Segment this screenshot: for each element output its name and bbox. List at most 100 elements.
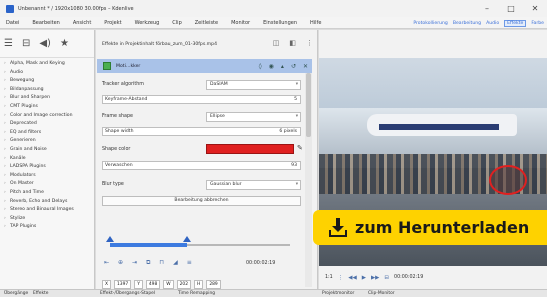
tracking-ellipse[interactable]	[489, 165, 527, 195]
effect-category[interactable]: › Generieren	[0, 137, 94, 146]
list-view-icon[interactable]: ☰	[4, 38, 13, 49]
effects-panel: ☰ ⊟ ◀) ★ › Alpha, Mask and Keying › Audio …	[0, 30, 95, 289]
audio-effects-icon[interactable]: ◀)	[39, 38, 51, 49]
tab-transitions[interactable]: Übergänge	[4, 291, 28, 296]
tab-clip-monitor[interactable]: Clip-Monitor	[368, 291, 395, 296]
blur-field[interactable]: Verwaschen 93	[102, 161, 301, 170]
effect-category[interactable]: › Grain and Noise	[0, 146, 94, 155]
zoom-level[interactable]: 1:1	[325, 275, 333, 280]
menu-bar: Datei Bearbeiten Ansicht Projekt Werkzeu…	[0, 17, 547, 29]
effect-enable-icon[interactable]	[103, 62, 111, 70]
effect-category[interactable]: › Deprecated	[0, 120, 94, 129]
effect-category[interactable]: › EQ and filters	[0, 129, 94, 138]
blur-value: 93	[291, 163, 297, 168]
copy-keyframe-icon[interactable]: ⧉	[146, 259, 150, 267]
lock-icon[interactable]: ⊓	[159, 259, 164, 267]
effect-category[interactable]: › Bildanpassung	[0, 86, 94, 95]
layout-editing[interactable]: Bearbeitung	[453, 21, 481, 26]
play-icon[interactable]: ▶	[362, 275, 366, 281]
effect-category[interactable]: › CMT Plugins	[0, 103, 94, 112]
effect-category[interactable]: › TAP Plugins	[0, 223, 94, 232]
minimize-button[interactable]: –	[475, 0, 499, 17]
effect-category[interactable]: › Bewegung	[0, 77, 94, 86]
color-picker-icon[interactable]: ✎	[297, 144, 303, 152]
collapse-icon[interactable]: ▴	[281, 63, 284, 70]
frame-shape-select[interactable]: Ellipse	[206, 112, 301, 122]
monitor-timecode[interactable]: 00:00:02:19	[394, 275, 423, 280]
effect-timecode[interactable]: 00:00:02:19	[246, 261, 275, 266]
menu-view[interactable]: Ansicht	[73, 20, 91, 26]
layout-logging[interactable]: Protokollierung	[413, 21, 448, 26]
options-icon[interactable]: ≡	[187, 259, 192, 267]
add-keyframe-icon[interactable]: ⊕	[118, 259, 123, 267]
playhead-handle[interactable]	[183, 236, 192, 242]
zone-icon[interactable]: ⊟	[384, 275, 389, 281]
close-button[interactable]: ✕	[523, 0, 547, 17]
menu-timeline[interactable]: Zeitleiste	[195, 20, 218, 26]
menu-tool[interactable]: Werkzeug	[135, 20, 160, 26]
effect-category[interactable]: › Stereo and Binaural Images	[0, 206, 94, 215]
effect-category[interactable]: › LADSPA Plugins	[0, 163, 94, 172]
effect-category[interactable]: › Kanäle	[0, 155, 94, 164]
effect-category[interactable]: › On Master	[0, 180, 94, 189]
eye-icon[interactable]: ◉	[269, 63, 274, 70]
menu-project[interactable]: Projekt	[104, 20, 121, 26]
effect-stack-scrollbar[interactable]	[305, 73, 312, 287]
scrollbar-thumb[interactable]	[306, 73, 311, 137]
maximize-button[interactable]: □	[499, 0, 523, 17]
effect-category[interactable]: › Blur and Sharpen	[0, 94, 94, 103]
menu-monitor[interactable]: Monitor	[231, 20, 250, 26]
download-banner[interactable]: zum Herunterladen	[313, 210, 547, 245]
kdenlive-icon	[6, 4, 14, 13]
geometry-w-value[interactable]: 202	[176, 280, 192, 289]
reset-icon[interactable]: ↺	[291, 63, 296, 70]
keyframe-spacing-field[interactable]: Keyframe-Abstand 5	[102, 95, 301, 104]
geometry-h-value[interactable]: 289	[206, 280, 221, 289]
next-keyframe-icon[interactable]: ⇥	[132, 259, 137, 267]
menu-dots-icon[interactable]: ⋮	[306, 39, 313, 47]
effect-category[interactable]: › Alpha, Mask and Keying	[0, 60, 94, 69]
compare-icon[interactable]: ◧	[289, 39, 296, 47]
monitor-options-icon[interactable]: ⋮	[338, 275, 344, 281]
delete-icon[interactable]: ✕	[303, 63, 308, 70]
tab-time-remapping[interactable]: Time Remapping	[178, 291, 215, 296]
menu-file[interactable]: Datei	[6, 20, 19, 26]
timeline-start-handle[interactable]	[106, 236, 114, 242]
menu-edit[interactable]: Bearbeiten	[32, 20, 59, 26]
effect-category-list: › Alpha, Mask and Keying › Audio › Bewegung…	[0, 58, 94, 232]
menu-help[interactable]: Hilfe	[310, 20, 321, 26]
menu-clip[interactable]: Clip	[172, 20, 181, 26]
favorites-icon[interactable]: ★	[60, 38, 69, 49]
effect-category[interactable]: › Stylize	[0, 215, 94, 224]
tab-project-monitor[interactable]: Projektmonitor	[322, 291, 354, 296]
effect-category[interactable]: › Reverb, Echo and Delays	[0, 198, 94, 207]
tab-effects[interactable]: Effekte	[33, 291, 48, 296]
effect-category[interactable]: › Audio	[0, 69, 94, 78]
shape-width-field[interactable]: Shape width 6 pixels	[102, 127, 301, 136]
cancel-processing-button[interactable]: Bearbeitung abbrechen	[102, 196, 301, 206]
effect-category[interactable]: › Pitch and Time	[0, 189, 94, 198]
blur-type-select[interactable]: Gaussian blur	[206, 180, 301, 190]
shape-color-swatch[interactable]	[206, 144, 294, 154]
effect-category[interactable]: › Color and Image correction	[0, 112, 94, 121]
geometry-x-value[interactable]: 1397	[114, 280, 132, 289]
geometry-y-value[interactable]: 498	[145, 280, 161, 289]
save-stack-icon[interactable]: ◫	[273, 39, 280, 47]
effect-category[interactable]: › Modulators	[0, 172, 94, 181]
keyframe-type-icon[interactable]: ◢	[173, 259, 178, 267]
video-effects-icon[interactable]: ⊟	[22, 38, 30, 49]
keyframe-icon[interactable]: ◊	[259, 63, 262, 70]
tab-effect-stack[interactable]: Effekt-/Übergangs-Stapel	[100, 291, 155, 296]
previous-keyframe-icon[interactable]: ⇤	[104, 259, 109, 267]
effect-header[interactable]: Moti…kker ◊ ◉ ▴ ↺ ✕	[97, 59, 312, 73]
frame-shape-label: Frame shape	[102, 114, 133, 119]
layout-color[interactable]: Farbe	[531, 21, 544, 26]
shape-color-label: Shape color	[102, 147, 131, 152]
tracker-algorithm-select[interactable]: DaSIAM	[206, 80, 301, 90]
forward-icon[interactable]: ▶▶	[371, 275, 379, 281]
layout-audio[interactable]: Audio	[486, 21, 499, 26]
menu-settings[interactable]: Einstellungen	[263, 20, 297, 26]
blur-label: Verwaschen	[105, 163, 133, 168]
layout-effects[interactable]: Effekte	[504, 19, 527, 27]
rewind-icon[interactable]: ◀◀	[348, 275, 356, 281]
